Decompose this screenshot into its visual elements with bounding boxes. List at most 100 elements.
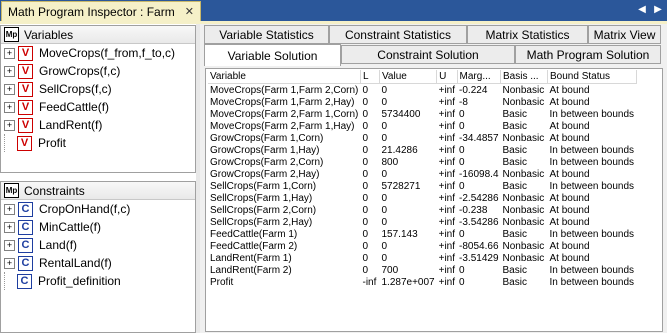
expand-icon[interactable]: + xyxy=(4,221,15,233)
bound-status-cell: In between bounds xyxy=(549,108,635,120)
lower-cell: 0 xyxy=(362,84,369,96)
marginal-cell: 0 xyxy=(459,108,465,120)
table-row[interactable]: FeedCattle(Farm 2) 0 0 +inf -8054.66 Nonbasic… xyxy=(208,240,636,252)
bound-status-cell: In between bounds xyxy=(549,228,635,240)
upper-cell: +inf xyxy=(438,276,456,288)
constraint-tree-item[interactable]: + C MinCattle(f) xyxy=(1,218,195,236)
column-header-upper[interactable]: U xyxy=(436,70,458,84)
expand-icon[interactable]: + xyxy=(4,47,15,59)
constraint-tree-item[interactable]: + C CropOnHand(f,c) xyxy=(1,200,195,218)
tab-constraint-solution[interactable]: Constraint Solution xyxy=(341,45,515,64)
table-row[interactable]: LandRent(Farm 1) 0 0 +inf -3.51429 Nonbasic At… xyxy=(208,252,636,264)
bound-status-cell: In between bounds xyxy=(549,180,635,192)
document-tab[interactable]: Math Program Inspector : Farm ✕ xyxy=(1,1,201,21)
basis-cell: Nonbasic xyxy=(502,192,545,204)
value-cell: 800 xyxy=(381,156,399,168)
table-row[interactable]: GrowCrops(Farm 2,Corn) 0 800 +inf 0 Basic In b… xyxy=(208,156,636,168)
variable-tree-item[interactable]: V Profit xyxy=(1,134,195,152)
constraints-tree: + C CropOnHand(f,c) + C MinCattle(f) + C Land(f)… xyxy=(1,200,195,290)
variable-icon: V xyxy=(17,135,32,151)
bound-status-cell: At bound xyxy=(549,252,590,264)
constraint-icon: C xyxy=(18,237,33,253)
tab-matrix-view[interactable]: Matrix View xyxy=(588,25,661,44)
column-header-basis[interactable]: Basis ... xyxy=(500,70,549,84)
marginal-cell: -2.54286 xyxy=(459,192,499,204)
value-cell: 0 xyxy=(381,168,388,180)
table-row[interactable]: SellCrops(Farm 2,Hay) 0 0 +inf -3.54286 Nonba… xyxy=(208,216,636,228)
constraint-tree-item[interactable]: C Profit_definition xyxy=(1,272,195,290)
table-row[interactable]: SellCrops(Farm 1,Corn) 0 5728271 +inf 0 Basic… xyxy=(208,180,636,192)
table-row[interactable]: SellCrops(Farm 1,Hay) 0 0 +inf -2.54286 Nonba… xyxy=(208,192,636,204)
table-row[interactable]: MoveCrops(Farm 2,Farm 1,Hay) 0 0 +inf 0 Basic… xyxy=(208,120,636,132)
scroll-left-icon[interactable]: ◀ xyxy=(637,4,647,15)
tab-variable-solution[interactable]: Variable Solution xyxy=(204,44,341,66)
column-header-marginal[interactable]: Marg... xyxy=(457,70,502,84)
table-row[interactable]: MoveCrops(Farm 1,Farm 2,Hay) 0 0 +inf -8 Nonb… xyxy=(208,96,636,108)
variable-cell: Profit xyxy=(210,276,234,288)
tab-matrix-statistics[interactable]: Matrix Statistics xyxy=(467,25,588,44)
variable-tree-item[interactable]: + V FeedCattle(f) xyxy=(1,98,195,116)
table-row[interactable]: SellCrops(Farm 2,Corn) 0 0 +inf -0.238 Nonbas… xyxy=(208,204,636,216)
variable-tree-item[interactable]: + V LandRent(f) xyxy=(1,116,195,134)
column-header-variable[interactable]: Variable xyxy=(208,70,361,84)
expand-icon[interactable]: + xyxy=(4,119,15,131)
table-row[interactable]: FeedCattle(Farm 1) 0 157.143 +inf 0 Basic In b… xyxy=(208,228,636,240)
constraints-header: Constraints xyxy=(24,183,85,198)
expand-icon[interactable]: + xyxy=(4,239,15,251)
variable-tree-item[interactable]: + V SellCrops(f,c) xyxy=(1,80,195,98)
upper-cell: +inf xyxy=(438,216,456,228)
variable-cell: LandRent(Farm 2) xyxy=(210,264,292,276)
upper-cell: +inf xyxy=(438,84,456,96)
table-row[interactable]: MoveCrops(Farm 2,Farm 1,Corn) 0 5734400 +in… xyxy=(208,108,636,120)
table-row[interactable]: Profit -inf 1.287e+007 +inf 0 Basic In between… xyxy=(208,276,636,288)
variable-cell: GrowCrops(Farm 1,Hay) xyxy=(210,144,320,156)
constraint-label: Land(f) xyxy=(39,238,78,252)
constraint-tree-item[interactable]: + C RentalLand(f) xyxy=(1,254,195,272)
scroll-right-icon[interactable]: ▶ xyxy=(653,4,663,15)
table-row[interactable]: GrowCrops(Farm 1,Corn) 0 0 +inf -34.4857 Nonb… xyxy=(208,132,636,144)
variable-icon: V xyxy=(18,45,33,61)
left-pane: Mp Variables + V MoveCrops(f_from,f_to,c) +… xyxy=(0,24,196,333)
basis-cell: Nonbasic xyxy=(502,96,545,108)
column-header-value[interactable]: Value xyxy=(379,70,438,84)
table-row[interactable]: GrowCrops(Farm 2,Hay) 0 0 +inf -16098.4 Nonba… xyxy=(208,168,636,180)
expand-icon[interactable]: + xyxy=(4,83,15,95)
table-row[interactable]: MoveCrops(Farm 1,Farm 2,Corn) 0 0 +inf -0.22… xyxy=(208,84,636,97)
expand-icon[interactable]: + xyxy=(4,65,15,77)
bound-status-cell: At bound xyxy=(549,96,590,108)
value-cell: 21.4286 xyxy=(381,144,418,156)
table-row[interactable]: LandRent(Farm 2) 0 700 +inf 0 Basic In between… xyxy=(208,264,636,276)
variable-solution-table: Variable L Value U Marg... Basis ... Bou… xyxy=(208,70,637,288)
tab-constraint-statistics[interactable]: Constraint Statistics xyxy=(329,25,467,44)
basis-cell: Basic xyxy=(502,156,527,168)
basis-cell: Nonbasic xyxy=(502,216,545,228)
bound-status-cell: At bound xyxy=(549,84,590,96)
variable-cell: MoveCrops(Farm 1,Farm 2,Corn) xyxy=(210,84,359,96)
expand-icon[interactable]: + xyxy=(4,101,15,113)
constraint-icon: C xyxy=(18,201,33,217)
tab-math-program-solution[interactable]: Math Program Solution xyxy=(515,45,661,64)
column-header-lower[interactable]: L xyxy=(360,70,380,84)
variable-tree-item[interactable]: + V GrowCrops(f,c) xyxy=(1,62,195,80)
expand-icon[interactable]: + xyxy=(4,203,15,215)
marginal-cell: 0 xyxy=(459,264,465,276)
table-row[interactable]: GrowCrops(Farm 1,Hay) 0 21.4286 +inf 0 Basic I… xyxy=(208,144,636,156)
variable-label: MoveCrops(f_from,f_to,c) xyxy=(39,46,176,60)
variable-cell: LandRent(Farm 1) xyxy=(210,252,292,264)
variable-cell: FeedCattle(Farm 2) xyxy=(210,240,298,252)
tab-variable-statistics[interactable]: Variable Statistics xyxy=(204,25,329,44)
marginal-cell: -8054.66 xyxy=(459,240,499,252)
basis-cell: Basic xyxy=(502,276,527,288)
lower-cell: 0 xyxy=(362,120,369,132)
close-icon[interactable]: ✕ xyxy=(185,5,194,18)
value-cell: 0 xyxy=(381,96,388,108)
variable-tree-item[interactable]: + V MoveCrops(f_from,f_to,c) xyxy=(1,44,195,62)
basis-cell: Nonbasic xyxy=(502,240,545,252)
column-header-bound-status[interactable]: Bound Status xyxy=(547,70,637,84)
expand-icon[interactable]: + xyxy=(4,257,15,269)
constraint-tree-item[interactable]: + C Land(f) xyxy=(1,236,195,254)
basis-cell: Basic xyxy=(502,108,527,120)
marginal-cell: -16098.4 xyxy=(459,168,499,180)
variables-header: Variables xyxy=(24,27,74,42)
bound-status-cell: In between bounds xyxy=(549,156,635,168)
